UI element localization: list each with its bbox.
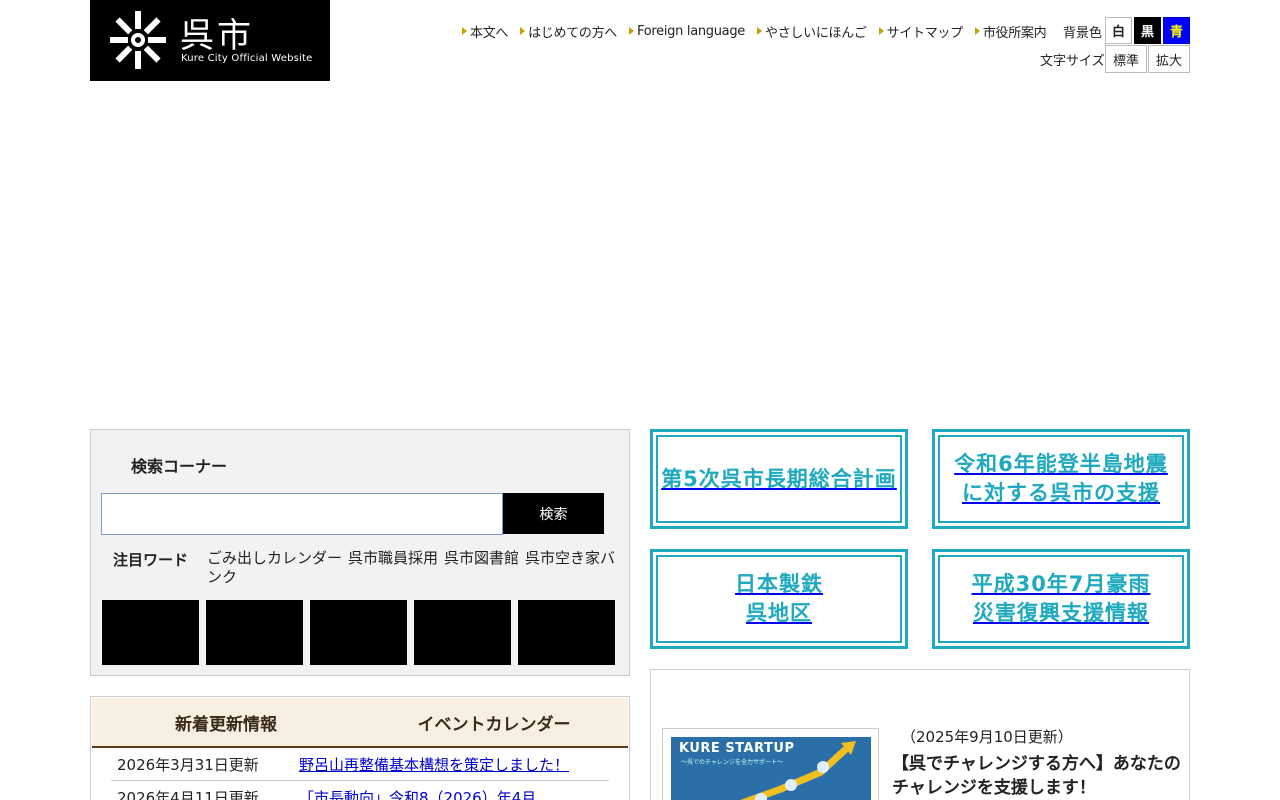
triangle-right-icon [974,27,980,35]
triangle-right-icon [757,27,763,35]
bg-white-button[interactable]: 白 [1105,17,1132,44]
tab-event-calendar[interactable]: イベントカレンダー [360,698,628,746]
site-logo[interactable]: 呉市 Kure City Official Website [90,0,330,81]
article-date: （2025年9月10日更新） [901,728,1073,746]
logo-title: 呉市 [180,16,254,56]
font-size-standard-button[interactable]: 標準 [1105,45,1147,73]
news-item: 2026年3月31日更新 野呂山再整備基本構想を策定しました！ [111,749,609,781]
triangle-right-icon [520,27,526,35]
banner-noto-earthquake-support[interactable]: 令和6年能登半島地震 に対する呉市の支援 [932,429,1190,529]
search-input[interactable] [101,493,503,535]
featured-article-card[interactable]: KURE STARTUP 〜呉でのチャレンジを全力サポート〜 （2025年9月1… [650,669,1190,800]
quick-link-tile[interactable] [102,600,199,665]
nav-foreign-language[interactable]: Foreign language [629,24,745,39]
nav-city-hall-guide[interactable]: 市役所案内 [974,22,1047,41]
triangle-right-icon [878,27,884,35]
nav-skip-to-content[interactable]: 本文へ [462,22,508,41]
search-corner-title: 検索コーナー [131,457,228,476]
kure-startup-image[interactable]: KURE STARTUP 〜呉でのチャレンジを全力サポート〜 [662,728,879,800]
article-title[interactable]: 【呉でチャレンジする方へ】あなたのチャレンジを支援します！ [892,752,1182,800]
font-size-label: 文字サイズ [1040,54,1105,69]
kure-city-emblem-icon [110,11,166,69]
tab-latest-updates[interactable]: 新着更新情報 [92,698,360,746]
banner-nippon-steel-kure[interactable]: 日本製鉄 呉地区 [650,549,908,649]
news-link[interactable]: 野呂山再整備基本構想を策定しました！ [299,754,569,775]
top-navigation: 本文へ はじめての方へ Foreign language やさしいにほんご サイ… [462,20,1058,42]
triangle-right-icon [462,27,467,35]
font-size-large-button[interactable]: 拡大 [1148,45,1190,73]
news-date: 2026年3月31日更新 [117,756,259,774]
banner-heavy-rain-recovery[interactable]: 平成30年7月豪雨 災害復興支援情報 [932,549,1190,649]
featured-keywords-list: ごみ出しカレンダー 呉市職員採用 呉市図書館 呉市空き家バンク [207,549,617,587]
keyword-link[interactable]: ごみ出しカレンダー [207,549,342,567]
quick-link-tiles [102,600,615,665]
bg-blue-button[interactable]: 青 [1163,17,1190,44]
triangle-right-icon [629,27,635,35]
nav-easy-japanese[interactable]: やさしいにほんご [757,22,867,41]
quick-link-tile[interactable] [414,600,511,665]
bg-black-button[interactable]: 黒 [1134,17,1161,44]
keyword-link[interactable]: 呉市職員採用 [348,549,438,567]
search-corner: 検索コーナー 検索 注目ワード ごみ出しカレンダー 呉市職員採用 呉市図書館 呉市空き… [90,429,630,676]
banner-long-term-plan[interactable]: 第5次呉市長期総合計画 [650,429,908,529]
nav-sitemap[interactable]: サイトマップ [878,22,963,41]
quick-link-tile[interactable] [206,600,303,665]
news-panel: 新着更新情報 イベントカレンダー 2026年3月31日更新 野呂山再整備基本構想… [90,696,630,800]
keyword-link[interactable]: 呉市図書館 [444,549,519,567]
search-button[interactable]: 検索 [503,493,604,534]
nav-first-visit[interactable]: はじめての方へ [520,22,617,41]
growth-arrow-icon [740,741,856,800]
quick-link-tile[interactable] [518,600,615,665]
news-date: 2026年4月11日更新 [117,788,259,800]
news-item: 2026年4月11日更新 「市長動向」令和8（2026）年4月 [111,781,609,800]
featured-keywords-label: 注目ワード [113,551,189,569]
news-tabs: 新着更新情報 イベントカレンダー [92,698,628,748]
background-color-label: 背景色 [1063,26,1103,41]
logo-subtitle: Kure City Official Website [181,53,313,64]
quick-link-tile[interactable] [310,600,407,665]
news-link[interactable]: 「市長動向」令和8（2026）年4月 [299,787,536,800]
